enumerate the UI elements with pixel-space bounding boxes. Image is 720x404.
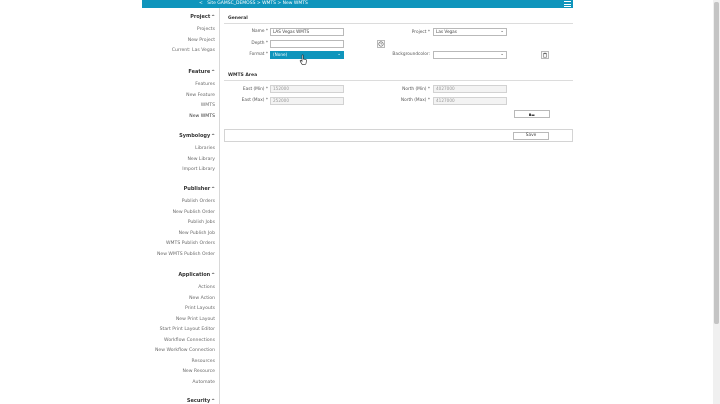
sidebar-item-import-library[interactable]: Import Library <box>179 165 215 176</box>
sidebar-heading-feature[interactable]: Feature^ <box>186 68 215 77</box>
sidebar-group-application: Application^ Actions New Action Print La… <box>155 271 215 388</box>
sidebar-item-new-publish-job[interactable]: New Publish Job <box>157 229 215 240</box>
sidebar-item-print-layouts[interactable]: Print Layouts <box>155 304 215 315</box>
north-min-label: North (Min) * <box>402 87 430 92</box>
project-select-value: Las Vegas <box>436 29 457 34</box>
chevron-down-icon: ⌄ <box>500 29 504 34</box>
sidebar-group-project: Project^ Projects New Project Current: L… <box>172 13 215 57</box>
main-content: General Name * LAS Vegas WMTS Depth * Fo… <box>222 8 573 404</box>
save-button[interactable]: Save <box>513 132 549 140</box>
chevron-up-icon: ^ <box>211 273 215 278</box>
sidebar-heading-publisher[interactable]: Publisher^ <box>157 185 215 194</box>
section-title-general: General <box>228 16 248 21</box>
sidebar-item-current-project[interactable]: Current: Las Vegas <box>172 46 215 57</box>
sidebar-item-publish-jobs[interactable]: Publish Jobs <box>157 218 215 229</box>
trash-icon[interactable] <box>541 51 549 59</box>
chevron-up-icon: ^ <box>211 187 215 192</box>
sidebar-item-wmts-publish-orders[interactable]: WMTS Publish Orders <box>157 239 215 250</box>
breadcrumb: < Site GAMSC_DEMOSS > WMTS > New WMTS <box>199 0 308 8</box>
east-max-input[interactable]: 252000 <box>270 97 344 105</box>
sidebar-group-symbology: Symbology^ Libraries New Library Import … <box>179 132 215 176</box>
sidebar-item-new-action[interactable]: New Action <box>155 294 215 305</box>
sidebar-group-publisher: Publisher^ Publish Orders New Publish Or… <box>157 185 215 260</box>
divider <box>224 23 573 24</box>
project-label: Project * <box>411 30 430 35</box>
format-label: Format * <box>249 52 268 57</box>
sidebar-item-new-print-layout[interactable]: New Print Layout <box>155 315 215 326</box>
section-title-wmts-area: WMTS Area <box>228 73 258 78</box>
sidebar-item-features[interactable]: Features <box>186 80 215 91</box>
sidebar-item-projects[interactable]: Projects <box>172 25 215 36</box>
chevron-down-icon: ⌄ <box>337 52 341 57</box>
east-min-label: East (Min) * <box>242 87 268 92</box>
save-panel: Save <box>224 129 573 142</box>
right-gutter <box>573 0 720 404</box>
clock-icon[interactable] <box>377 40 385 48</box>
sidebar-item-new-resource[interactable]: New Resource <box>155 367 215 378</box>
depth-label: Depth * <box>251 41 268 46</box>
backgroundcolor-select[interactable]: ⌄ <box>433 51 507 59</box>
sidebar-item-resources[interactable]: Resources <box>155 357 215 368</box>
sidebar-heading-application[interactable]: Application^ <box>155 271 215 280</box>
sidebar-item-new-workflow-connection[interactable]: New Workflow Connection <box>155 346 215 357</box>
sidebar-item-new-feature[interactable]: New Feature <box>186 91 215 102</box>
format-select-value: (None) <box>273 52 288 57</box>
sidebar-item-automate[interactable]: Automate <box>155 378 215 389</box>
mouse-cursor-icon <box>299 54 307 65</box>
chevron-up-icon: ^ <box>211 134 215 139</box>
sidebar-heading-project[interactable]: Project^ <box>172 13 215 22</box>
app-page: < Site GAMSC_DEMOSS > WMTS > New WMTS Pr… <box>0 0 720 404</box>
hamburger-icon[interactable] <box>564 1 571 7</box>
east-min-input[interactable]: 152000 <box>270 85 344 93</box>
north-min-input[interactable]: 4027000 <box>433 85 507 93</box>
chevron-down-icon: ⌄ <box>500 52 504 57</box>
sidebar-heading-security[interactable]: Security^ <box>187 397 215 404</box>
sidebar-item-new-wmts-publish-order[interactable]: New WMTS Publish Order <box>157 250 215 261</box>
name-label: Name * <box>251 29 268 34</box>
sidebar-item-new-library[interactable]: New Library <box>179 155 215 166</box>
sidebar-group-security: Security^ <box>187 397 215 404</box>
breadcrumb-text[interactable]: Site GAMSC_DEMOSS > WMTS > New WMTS <box>207 1 308 6</box>
sidebar-item-new-wmts[interactable]: New WMTS <box>186 112 215 123</box>
map-area-icon[interactable] <box>514 110 550 118</box>
north-max-label: North (Max) * <box>400 98 430 103</box>
sidebar-item-publish-orders[interactable]: Publish Orders <box>157 197 215 208</box>
sidebar-group-feature: Feature^ Features New Feature WMTS New W… <box>186 68 215 122</box>
chevron-up-icon: ^ <box>211 15 215 20</box>
sidebar-item-new-publish-order[interactable]: New Publish Order <box>157 208 215 219</box>
sidebar-item-new-project[interactable]: New Project <box>172 36 215 47</box>
top-bar: < Site GAMSC_DEMOSS > WMTS > New WMTS <box>142 0 573 8</box>
sidebar-item-wmts[interactable]: WMTS <box>186 101 215 112</box>
north-max-input[interactable]: 4127000 <box>433 97 507 105</box>
name-input[interactable]: LAS Vegas WMTS <box>270 28 344 36</box>
east-max-label: East (Max) * <box>241 98 268 103</box>
sidebar-item-workflow-connections[interactable]: Workflow Connections <box>155 336 215 347</box>
sidebar-heading-symbology[interactable]: Symbology^ <box>179 132 215 141</box>
backgroundcolor-label: Backgroundcolor: <box>392 52 430 57</box>
chevron-up-icon: ^ <box>211 70 215 75</box>
left-gutter <box>0 0 142 404</box>
back-arrow-icon[interactable]: < <box>199 1 203 6</box>
chevron-up-icon: ^ <box>211 399 215 404</box>
scrollbar-thumb[interactable] <box>714 2 719 324</box>
sidebar-item-actions[interactable]: Actions <box>155 283 215 294</box>
sidebar-item-start-print-layout-editor[interactable]: Start Print Layout Editor <box>155 325 215 336</box>
sidebar: Project^ Projects New Project Current: L… <box>142 8 220 404</box>
sidebar-item-libraries[interactable]: Libraries <box>179 144 215 155</box>
depth-input[interactable] <box>270 40 344 48</box>
project-select[interactable]: Las Vegas ⌄ <box>433 28 507 36</box>
divider <box>224 80 573 81</box>
